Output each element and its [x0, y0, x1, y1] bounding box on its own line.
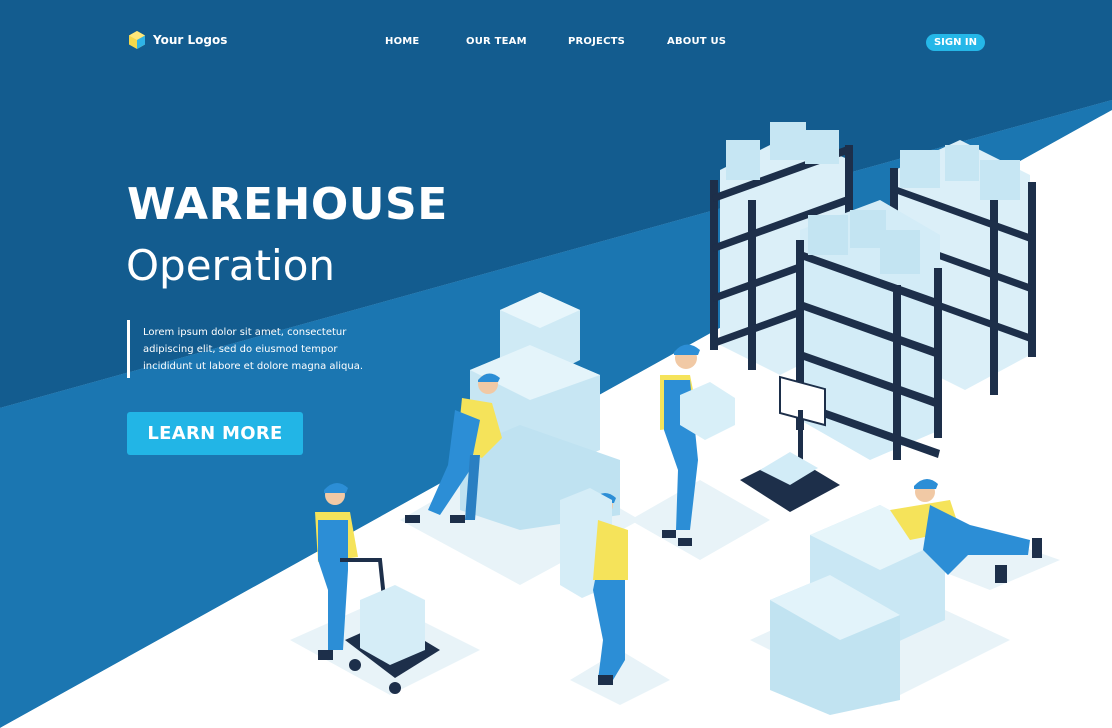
site-header: Your Logos HOME OUR TEAM PROJECTS ABOUT … — [0, 0, 1112, 84]
nav-item-about-us[interactable]: ABOUT US — [667, 36, 726, 47]
landing-page: Your Logos HOME OUR TEAM PROJECTS ABOUT … — [0, 0, 1112, 728]
hero-title: WAREHOUSE — [127, 179, 448, 230]
description-accent-bar — [127, 320, 130, 378]
hero-subtitle: Operation — [126, 241, 336, 290]
hero-description: Lorem ipsum dolor sit amet, consectetur … — [143, 327, 364, 372]
nav-item-our-team[interactable]: OUR TEAM — [466, 36, 527, 47]
nav-item-home[interactable]: HOME — [385, 36, 419, 47]
learn-more-button[interactable]: LEARN MORE — [127, 412, 303, 455]
sign-in-button[interactable]: SIGN IN — [926, 34, 985, 51]
nav-item-projects[interactable]: PROJECTS — [568, 36, 625, 47]
